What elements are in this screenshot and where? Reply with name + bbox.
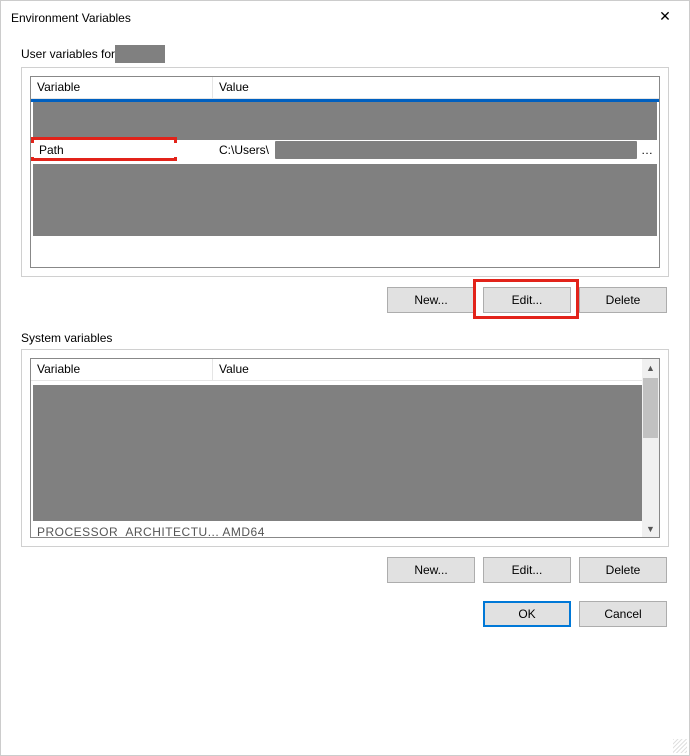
window-title: Environment Variables — [11, 11, 131, 25]
path-value-cell: C:\Users\ … — [179, 141, 659, 159]
table-row-path[interactable]: Path C:\Users\ … — [31, 140, 659, 160]
system-buttons-row: New... Edit... Delete — [21, 557, 667, 583]
user-new-button[interactable]: New... — [387, 287, 475, 313]
sys-edit-button[interactable]: Edit... — [483, 557, 571, 583]
scroll-down-arrow-icon[interactable]: ▼ — [642, 520, 659, 537]
redacted-system-rows — [33, 385, 657, 521]
user-col-variable[interactable]: Variable — [31, 77, 213, 98]
ok-button[interactable]: OK — [483, 601, 571, 627]
redacted-user-rows-1 — [33, 102, 657, 140]
user-edit-button[interactable]: Edit... — [483, 287, 571, 313]
user-variables-group: Variable Value Path C:\Users\ … — [21, 67, 669, 277]
user-label-text: User variables for — [21, 47, 115, 61]
user-variables-table[interactable]: Variable Value Path C:\Users\ … — [30, 76, 660, 268]
scroll-thumb[interactable] — [643, 378, 658, 438]
system-partial-row: PROCESSOR_ARCHITECTU... AMD64 — [31, 521, 659, 538]
user-table-header: Variable Value — [31, 77, 659, 99]
path-variable-cell: Path — [31, 143, 179, 157]
close-icon: ✕ — [659, 8, 671, 25]
redacted-user-rows-2 — [33, 164, 657, 236]
system-variables-table[interactable]: Variable Value PROCESSOR_ARCHITECTU... A… — [30, 358, 660, 538]
close-button[interactable]: ✕ — [645, 2, 685, 30]
redacted-path-value — [275, 141, 637, 159]
path-value-prefix: C:\Users\ — [219, 143, 269, 157]
system-table-header: Variable Value — [31, 359, 659, 381]
sys-col-value[interactable]: Value — [213, 359, 659, 380]
user-col-value[interactable]: Value — [213, 77, 659, 98]
dialog-footer: OK Cancel — [1, 601, 667, 627]
system-variables-group: Variable Value PROCESSOR_ARCHITECTU... A… — [21, 349, 669, 547]
sys-new-button[interactable]: New... — [387, 557, 475, 583]
titlebar: Environment Variables ✕ — [1, 1, 689, 35]
sys-col-variable[interactable]: Variable — [31, 359, 213, 380]
resize-grip-icon[interactable] — [673, 739, 687, 753]
user-delete-button[interactable]: Delete — [579, 287, 667, 313]
redacted-username — [115, 45, 165, 63]
user-buttons-row: New... Edit... Delete — [21, 287, 667, 313]
system-section-label: System variables — [21, 331, 669, 345]
scroll-up-arrow-icon[interactable]: ▲ — [642, 359, 659, 376]
sys-delete-button[interactable]: Delete — [579, 557, 667, 583]
vertical-scrollbar[interactable]: ▲ ▼ — [642, 359, 659, 537]
user-section-label: User variables for — [21, 45, 669, 63]
cancel-button[interactable]: Cancel — [579, 601, 667, 627]
path-ellipsis: … — [641, 143, 659, 157]
